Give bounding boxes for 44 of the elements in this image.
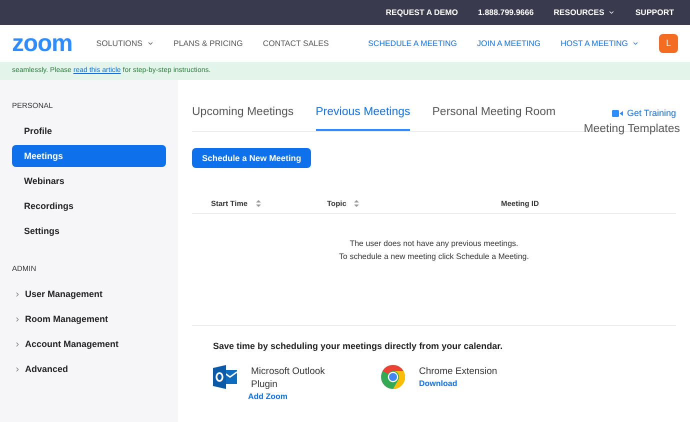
caret-icon (608, 9, 616, 16)
meeting-tab[interactable]: Previous Meetings (316, 104, 410, 132)
header-action-link[interactable]: HOST A MEETING (560, 38, 639, 50)
video-camera-icon (612, 110, 623, 118)
meeting-tab[interactable]: Upcoming Meetings (192, 104, 294, 132)
chrome-icon (381, 364, 405, 388)
sidebar-item[interactable]: Settings (12, 220, 166, 242)
top-bar-link[interactable]: SUPPORT (635, 6, 674, 18)
nav-link[interactable]: CONTACT SALES (262, 38, 329, 50)
sidebar-item[interactable]: Account Management (12, 334, 166, 356)
sort-icon (256, 200, 261, 207)
sidebar-item[interactable]: Advanced (12, 358, 166, 380)
sidebar-item[interactable]: Profile (12, 120, 166, 142)
integration-action-link[interactable]: Add Zoom (248, 390, 351, 402)
chevron-icon (14, 316, 21, 323)
integration-name: Chrome Extension (419, 364, 498, 378)
top-bar-link[interactable]: REQUEST A DEMO (386, 6, 458, 18)
empty-message: The user does not have any previous meetings. (350, 238, 518, 250)
sidebar-item[interactable]: Room Management (12, 308, 166, 330)
sort-icon (354, 200, 360, 207)
caret-icon (146, 40, 154, 47)
header-action-link[interactable]: SCHEDULE A MEETING (368, 38, 457, 50)
schedule-meeting-button[interactable]: Schedule a New Meeting (192, 148, 312, 168)
meeting-tab[interactable]: Personal Meeting Room (432, 104, 556, 132)
sidebar-item[interactable]: User Management (12, 284, 166, 306)
chevron-icon (14, 366, 21, 373)
top-bar-link[interactable]: RESOURCES (554, 6, 616, 18)
empty-message: To schedule a new meeting click Schedule a Meeting. (339, 251, 529, 263)
header-action-link[interactable]: JOIN A MEETING (477, 38, 541, 50)
get-training-link[interactable]: Get Training (612, 107, 676, 120)
integration-action-link[interactable]: Download (419, 378, 519, 390)
sidebar-item[interactable]: Meetings (12, 145, 166, 168)
integration-name: Microsoft Outlook Plugin (251, 364, 326, 390)
caret-icon (632, 40, 639, 47)
nav-link[interactable]: PLANS & PRICING (174, 38, 243, 50)
sidebar-item[interactable]: Webinars (12, 170, 166, 192)
meeting-templates-link[interactable]: Meeting Templates (584, 120, 680, 138)
nav-link[interactable]: SOLUTIONS (96, 38, 154, 50)
sidebar-item[interactable]: Recordings (12, 195, 166, 218)
chevron-icon (14, 291, 21, 298)
top-bar-link[interactable]: 1.888.799.9666 (478, 6, 534, 18)
outlook-icon (213, 364, 237, 388)
chevron-icon (14, 341, 21, 348)
calendar-promo-title: Save time by scheduling your meetings directly from your calendar. (213, 340, 504, 353)
